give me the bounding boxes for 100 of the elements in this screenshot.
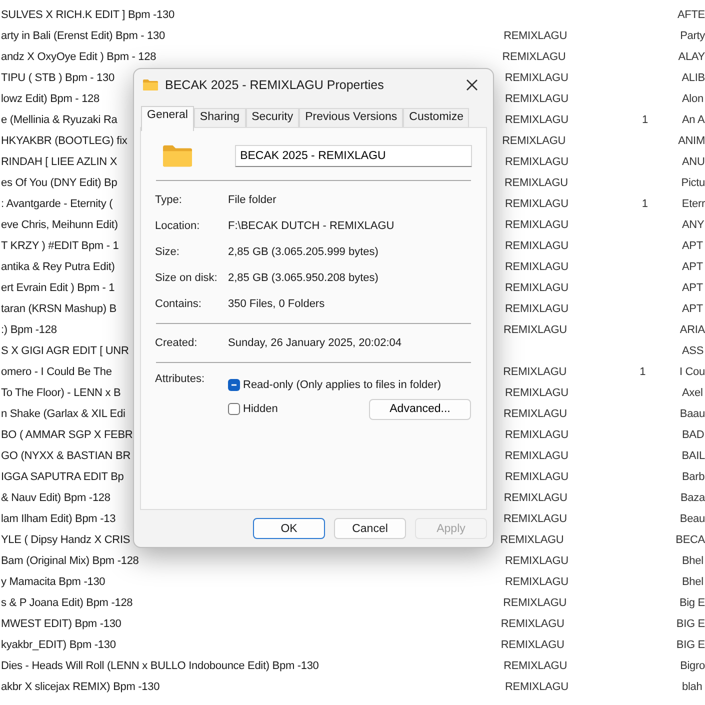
album-cell: REMIXLAGU: [504, 72, 568, 84]
album-cell: REMIXLAGU: [505, 260, 568, 272]
track-number: 1: [640, 366, 646, 378]
album-cell: REMIXLAGU: [505, 240, 568, 252]
table-cell: Pictu: [681, 176, 705, 188]
file-title: ert Evrain Edit ) Bpm - 1: [1, 282, 115, 294]
album-cell: REMIXLAGU: [502, 134, 566, 146]
table-cell: Baza: [680, 492, 705, 504]
dialog-button[interactable]: Cancel: [334, 518, 406, 539]
tab[interactable]: General: [141, 106, 194, 131]
file-title: y Mamacita Bpm -130: [1, 576, 106, 588]
table-cell: Bhel: [682, 576, 704, 588]
table-cell: APT: [682, 302, 703, 314]
file-title: : Avantgarde - Eternity (: [1, 198, 113, 210]
file-title: antika & Rey Putra Edit): [1, 260, 115, 272]
tab[interactable]: Previous Versions: [299, 108, 404, 129]
table-cell: ANY: [682, 218, 704, 230]
album-cell: REMIXLAGU: [504, 492, 568, 504]
checkbox[interactable]: Hidden: [228, 403, 278, 415]
album-cell: REMIXLAGU: [505, 92, 568, 104]
file-title: :) Bpm -128: [1, 324, 57, 336]
album-cell: REMIXLAGU: [505, 114, 568, 126]
checkbox[interactable]: Read-only (Only applies to files in folder): [228, 379, 442, 391]
table-cell: AFTE: [677, 8, 705, 20]
file-title: & Nauv Edit) Bpm -128: [1, 492, 110, 504]
album-cell: REMIXLAGU: [504, 176, 568, 188]
table-cell: Beau: [680, 512, 705, 524]
album-cell: REMIXLAGU: [500, 534, 564, 546]
album-cell: REMIXLAGU: [503, 324, 567, 336]
tab[interactable]: Customize: [403, 108, 470, 129]
album-cell: REMIXLAGU: [505, 302, 568, 314]
table-cell: Barb: [682, 470, 705, 482]
table-cell: ASS: [682, 344, 704, 356]
table-cell: ANIM: [678, 134, 705, 146]
field-label: Contains:: [155, 298, 202, 310]
file-title: es Of You (DNY Edit) Bp: [1, 176, 118, 188]
close-icon: [466, 79, 478, 91]
file-title: T KRZY ) #EDIT Bpm - 1: [1, 240, 119, 252]
field-label: Created:: [155, 337, 198, 349]
file-title: TIPU ( STB ) Bpm - 130: [1, 72, 114, 84]
field-value: 2,85 GB (3.065.950.208 bytes): [228, 272, 378, 284]
field-label: Attributes:: [155, 373, 206, 387]
album-cell: REMIXLAGU: [504, 30, 568, 42]
album-cell: REMIXLAGU: [505, 428, 568, 440]
table-cell: BAIL: [682, 450, 705, 462]
track-number: 1: [642, 198, 648, 210]
album-cell: REMIXLAGU: [505, 156, 568, 168]
file-title: SULVES X RICH.K EDIT ] Bpm -130: [1, 8, 174, 20]
file-title: n Shake (Garlax & XIL Edi: [1, 408, 126, 420]
field-value: File folder: [228, 194, 276, 206]
table-cell: Big E: [679, 596, 705, 608]
table-cell: Bhel: [682, 554, 704, 566]
album-cell: REMIXLAGU: [505, 470, 568, 482]
table-cell: BECA: [676, 534, 705, 546]
album-cell: REMIXLAGU: [505, 218, 568, 230]
name-field[interactable]: BECAK 2025 - REMIXLAGU: [235, 145, 472, 167]
album-cell: REMIXLAGU: [503, 596, 567, 608]
table-cell: BAD: [682, 428, 704, 440]
album-cell: REMIXLAGU: [503, 512, 567, 524]
field-value: F:\BECAK DUTCH - REMIXLAGU: [228, 220, 394, 232]
file-title: eve Chris, Meihunn Edit): [1, 218, 118, 230]
album-cell: REMIXLAGU: [505, 576, 568, 588]
album-cell: REMIXLAGU: [500, 618, 564, 630]
folder-icon: [143, 79, 158, 91]
table-cell: I Cou: [679, 366, 705, 378]
file-title: MWEST EDIT) Bpm -130: [1, 618, 122, 630]
file-title: YLE ( Dipsy Handz X CRIS: [1, 534, 130, 546]
track-number: 1: [642, 114, 648, 126]
file-title: kyakbr_EDIT) Bpm -130: [1, 638, 116, 650]
file-title: Bam (Original Mix) Bpm -128: [1, 554, 139, 566]
album-cell: REMIXLAGU: [503, 366, 567, 378]
album-cell: REMIXLAGU: [505, 386, 568, 398]
file-title: To The Floor) - LENN x B: [1, 386, 121, 398]
table-cell: Axel: [682, 386, 703, 398]
field-label: Size on disk:: [155, 272, 218, 284]
table-cell: APT: [682, 240, 703, 252]
table-cell: Baau: [680, 408, 705, 420]
file-title: akbr X slicejax REMIX) Bpm -130: [1, 680, 160, 692]
album-cell: REMIXLAGU: [504, 198, 568, 210]
album-cell: REMIXLAGU: [505, 282, 568, 294]
table-cell: ANU: [682, 156, 705, 168]
field-value: Sunday, 26 January 2025, 20:02:04: [228, 337, 402, 349]
table-cell: Eterr: [682, 198, 705, 210]
file-title: HKYAKBR (BOOTLEG) fix: [1, 134, 128, 146]
album-cell: REMIXLAGU: [500, 638, 564, 650]
file-title: lowz Edit) Bpm - 128: [1, 92, 100, 104]
file-title: s & P Joana Edit) Bpm -128: [1, 596, 133, 608]
field-label: Size:: [155, 246, 180, 258]
file-title: taran (KRSN Mashup) B: [1, 302, 116, 314]
album-cell: REMIXLAGU: [502, 50, 566, 62]
file-title: BO ( AMMAR SGP X FEBR: [1, 428, 133, 440]
field-label: Location:: [155, 220, 201, 232]
table-cell: APT: [682, 282, 703, 294]
table-cell: ALIB: [682, 72, 705, 84]
dialog-button[interactable]: OK: [253, 518, 325, 539]
table-cell: ARIA: [680, 324, 705, 336]
advanced-button[interactable]: Advanced...: [369, 398, 471, 420]
file-title: e (Mellinia & Ryuzaki Ra: [1, 114, 118, 126]
album-cell: REMIXLAGU: [504, 450, 568, 462]
field-label: Type:: [155, 194, 183, 206]
